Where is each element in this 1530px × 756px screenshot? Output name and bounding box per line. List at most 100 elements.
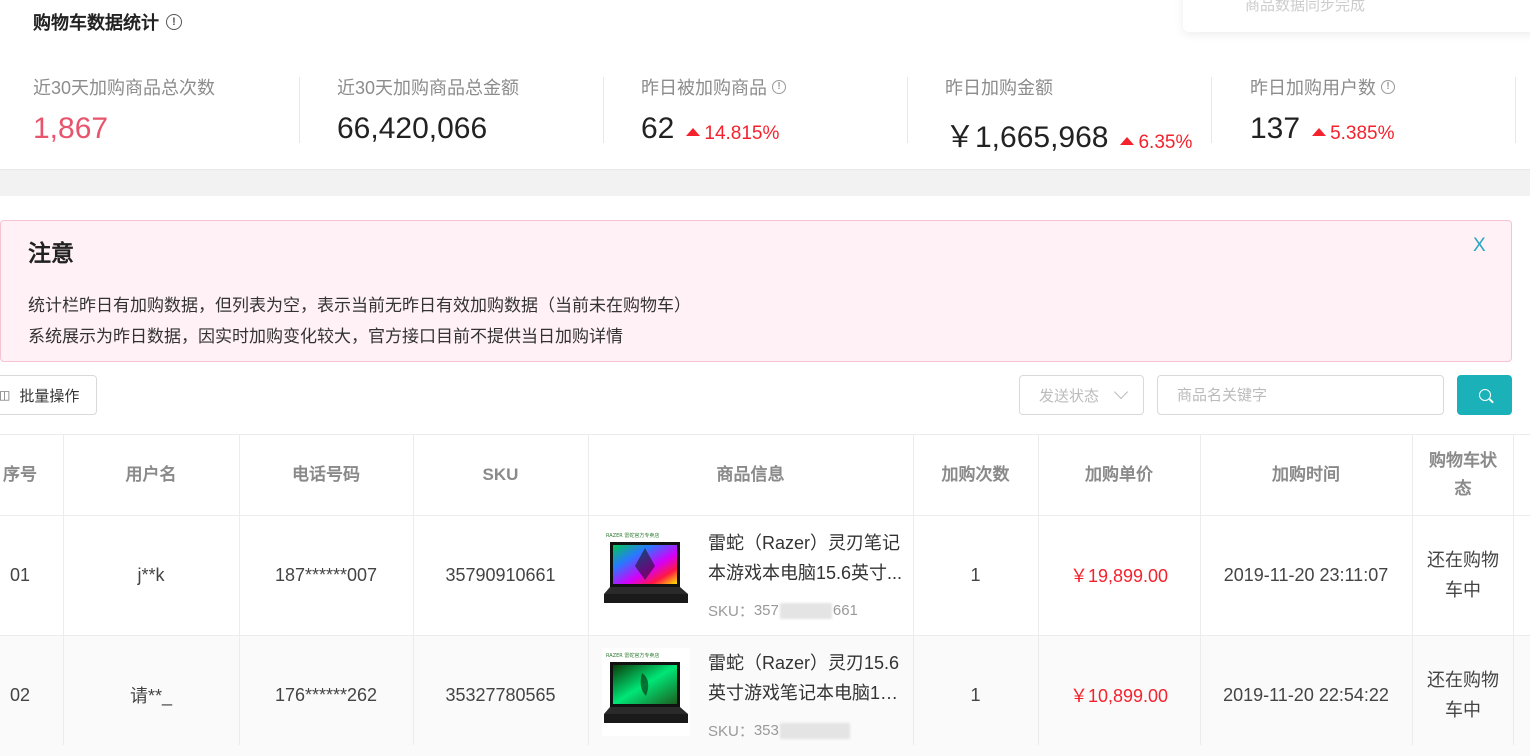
info-icon[interactable]: ! bbox=[166, 14, 182, 30]
stat-value: 1,867 bbox=[33, 112, 109, 145]
cell-sku: 35790910661 bbox=[445, 564, 556, 585]
product-name[interactable]: 雷蛇（Razer）灵刃15.6 英寸游戏笔记本电脑10... bbox=[708, 648, 908, 708]
search-button[interactable] bbox=[1457, 375, 1512, 415]
info-icon[interactable]: ! bbox=[1381, 80, 1395, 94]
column-divider bbox=[1412, 435, 1413, 745]
stat-change: 6.35% bbox=[1120, 132, 1192, 154]
column-header-sku: SKU bbox=[482, 465, 519, 484]
stat-30d-count: 近30天加购商品总次数 1,867 bbox=[33, 74, 216, 145]
stat-value: 137 bbox=[1250, 112, 1301, 145]
trend-up-icon bbox=[686, 128, 701, 136]
trend-up-icon bbox=[1312, 128, 1327, 136]
chevron-down-icon bbox=[1113, 384, 1129, 400]
cell-index: 02 bbox=[9, 684, 31, 705]
cell-cart-status: 还在购物车中 bbox=[1427, 670, 1499, 720]
notice-line: 统计栏昨日有加购数据，但列表为空，表示当前无昨日有效加购数据（当前未在购物车） bbox=[28, 296, 691, 315]
stat-change-value: 5.385% bbox=[1330, 123, 1395, 144]
stat-change: 5.385% bbox=[1312, 123, 1395, 145]
sku-redaction bbox=[779, 602, 832, 619]
stat-value: 66,420,066 bbox=[337, 112, 488, 145]
stat-label-text: 昨日加购用户数 bbox=[1250, 78, 1376, 98]
search-icon bbox=[1478, 389, 1491, 401]
stat-change: 14.815% bbox=[686, 123, 779, 145]
cell-time: 2019-11-20 23:11:07 bbox=[1223, 564, 1389, 585]
cell-price: ￥10,899.00 bbox=[1069, 686, 1169, 706]
stat-yesterday-amount: 昨日加购金额 ￥1,665,968 6.35% bbox=[945, 74, 1192, 154]
stat-label: 昨日加购金额 bbox=[945, 78, 1053, 98]
notice-line: 系统展示为昨日数据，因实时加购变化较大，官方接口目前不提供当日加购详情 bbox=[28, 327, 623, 346]
product-sku-suffix: 661 bbox=[832, 602, 858, 619]
column-header-product: 商品信息 bbox=[716, 465, 785, 484]
info-icon[interactable]: ! bbox=[772, 80, 786, 94]
column-header-username: 用户名 bbox=[125, 465, 177, 484]
stat-divider bbox=[1211, 77, 1212, 143]
product-sku-prefix: 357 bbox=[753, 602, 779, 619]
stat-divider bbox=[299, 77, 300, 143]
stats-panel: 购物车数据统计 ! 商品数据同步完成 近30天加购商品总次数 1,867 近30… bbox=[0, 0, 1530, 170]
stat-yesterday-users: 昨日加购用户数 ! 137 5.385% bbox=[1250, 74, 1395, 145]
product-name-line: 雷蛇（Razer）灵刃笔记 bbox=[708, 533, 901, 553]
stat-change-value: 14.815% bbox=[704, 123, 780, 144]
cell-username: j**k bbox=[137, 564, 165, 585]
product-name-line: 本游戏本电脑15.6英寸... bbox=[708, 563, 903, 583]
cell-count: 1 bbox=[970, 564, 981, 585]
column-header-phone: 电话号码 bbox=[292, 465, 360, 484]
stat-label: 近30天加购商品总次数 bbox=[33, 78, 216, 98]
product-sku: SKU： 357 661 bbox=[708, 600, 858, 621]
stat-divider bbox=[603, 77, 604, 143]
trend-up-icon bbox=[1120, 137, 1135, 145]
close-icon[interactable]: X bbox=[1473, 235, 1486, 257]
product-keyword-input[interactable] bbox=[1157, 375, 1444, 415]
stat-yesterday-products: 昨日被加购商品 ! 62 14.815% bbox=[641, 74, 786, 145]
product-name-line: 英寸游戏笔记本电脑10... bbox=[708, 683, 903, 703]
stat-label: 近30天加购商品总金额 bbox=[337, 78, 520, 98]
column-divider bbox=[1513, 435, 1514, 745]
product-name-line: 雷蛇（Razer）灵刃15.6 bbox=[708, 653, 900, 673]
product-thumbnail[interactable]: RAZER 雷蛇官方专卖店 bbox=[602, 648, 690, 736]
product-thumbnail[interactable]: RAZER 雷蛇官方专卖店 bbox=[602, 528, 690, 616]
sync-status-text: 商品数据同步完成 bbox=[1245, 0, 1366, 14]
stat-divider bbox=[1515, 77, 1516, 143]
sync-status-popover: 商品数据同步完成 bbox=[1183, 0, 1530, 32]
svg-text:RAZER 雷蛇官方专卖店: RAZER 雷蛇官方专卖店 bbox=[606, 532, 659, 539]
stats-title-text: 购物车数据统计 bbox=[33, 13, 159, 33]
svg-text:RAZER 雷蛇官方专卖店: RAZER 雷蛇官方专卖店 bbox=[606, 652, 659, 659]
cell-time: 2019-11-20 22:54:22 bbox=[1223, 684, 1389, 705]
stat-label: 昨日加购用户数 ! bbox=[1250, 74, 1395, 100]
stat-label-text: 昨日被加购商品 bbox=[641, 78, 767, 98]
stat-value: ￥1,665,968 bbox=[945, 121, 1109, 154]
notice-title: 注意 bbox=[28, 240, 74, 266]
stat-30d-amount: 近30天加购商品总金额 66,420,066 bbox=[337, 74, 520, 145]
batch-operation-button[interactable]: ◫ 批量操作 bbox=[0, 375, 97, 415]
column-header-cart-status: 购物车状态 bbox=[1429, 451, 1497, 498]
product-sku: SKU： 353 bbox=[708, 720, 851, 741]
cell-cart-status: 还在购物车中 bbox=[1427, 550, 1499, 600]
stats-title: 购物车数据统计 ! bbox=[33, 9, 182, 35]
send-status-placeholder: 发送状态 bbox=[1039, 387, 1100, 405]
cell-count: 1 bbox=[970, 684, 981, 705]
column-header-index: 序号 bbox=[3, 465, 37, 484]
batch-icon: ◫ bbox=[0, 388, 11, 402]
laptop-image: RAZER 雷蛇官方专卖店 bbox=[602, 648, 690, 736]
section-separator bbox=[0, 170, 1530, 196]
cell-sku: 35327780565 bbox=[445, 684, 556, 705]
column-header-count: 加购次数 bbox=[941, 465, 1010, 484]
batch-operation-label: 批量操作 bbox=[19, 387, 80, 405]
notice-banner: 注意 X 统计栏昨日有加购数据，但列表为空，表示当前无昨日有效加购数据（当前未在… bbox=[0, 220, 1512, 362]
sku-redaction bbox=[779, 722, 850, 739]
laptop-image: RAZER 雷蛇官方专卖店 bbox=[602, 528, 690, 616]
cell-username: 请**_ bbox=[129, 686, 173, 706]
cell-phone: 187******007 bbox=[274, 564, 378, 585]
product-name[interactable]: 雷蛇（Razer）灵刃笔记 本游戏本电脑15.6英寸... bbox=[708, 528, 908, 588]
cell-phone: 176******262 bbox=[274, 684, 378, 705]
cell-index: 01 bbox=[9, 564, 31, 585]
stat-value: 62 bbox=[641, 112, 675, 145]
product-sku-prefix: 353 bbox=[753, 722, 779, 739]
stat-label: 昨日被加购商品 ! bbox=[641, 74, 786, 100]
column-header-price: 加购单价 bbox=[1085, 465, 1153, 484]
product-sku-label: SKU： bbox=[708, 723, 754, 740]
send-status-select[interactable]: 发送状态 bbox=[1019, 375, 1144, 415]
stat-divider bbox=[907, 77, 908, 143]
product-sku-label: SKU： bbox=[708, 603, 754, 620]
column-header-time: 加购时间 bbox=[1272, 465, 1340, 484]
